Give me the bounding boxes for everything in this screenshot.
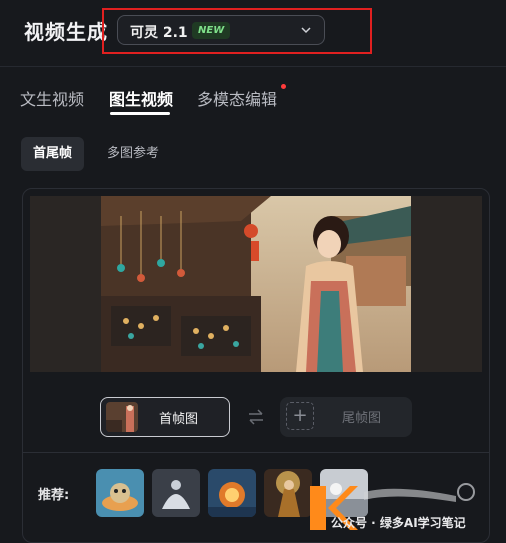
recommend-thumb-1[interactable]	[96, 469, 144, 517]
divider	[0, 66, 506, 67]
swap-icon[interactable]	[246, 407, 266, 427]
subtab-first-last-frame[interactable]: 首尾帧	[21, 137, 85, 171]
mode-tabs: 文生视频 图生视频 多模态编辑	[0, 72, 506, 120]
page-title: 视频生成	[24, 20, 108, 44]
last-frame-button[interactable]: + 尾帧图	[280, 397, 412, 437]
image-preview[interactable]	[30, 196, 482, 372]
active-tab-indicator	[110, 112, 170, 115]
first-frame-label: 首帧图	[159, 412, 199, 427]
preview-image	[101, 196, 411, 372]
tab-multimodal-edit[interactable]: 多模态编辑	[197, 86, 277, 110]
model-select-dropdown[interactable]: 可灵 2.1 NEW	[117, 15, 325, 45]
recommend-thumb-2[interactable]	[152, 469, 200, 517]
first-frame-button[interactable]: 首帧图	[100, 397, 230, 437]
chevron-down-icon	[301, 27, 311, 34]
notification-dot	[281, 84, 286, 89]
subtab-multi-image-reference[interactable]: 多图参考	[95, 137, 171, 171]
recommend-label: 推荐:	[38, 488, 70, 503]
watermark-logo	[310, 483, 475, 530]
first-frame-thumbnail	[106, 402, 138, 432]
recommend-thumb-3[interactable]	[208, 469, 256, 517]
new-badge: NEW	[192, 22, 231, 39]
tab-image-to-video[interactable]: 图生视频	[109, 86, 173, 110]
add-icon: +	[286, 402, 314, 430]
header: 视频生成 可灵 2.1 NEW	[0, 0, 506, 62]
watermark-text: 公众号 · 绿多AI学习笔记	[331, 516, 466, 530]
model-name: 可灵 2.1	[130, 25, 188, 41]
tab-text-to-video[interactable]: 文生视频	[20, 86, 84, 110]
last-frame-label: 尾帧图	[342, 411, 382, 426]
recommend-thumb-4[interactable]	[264, 469, 312, 517]
